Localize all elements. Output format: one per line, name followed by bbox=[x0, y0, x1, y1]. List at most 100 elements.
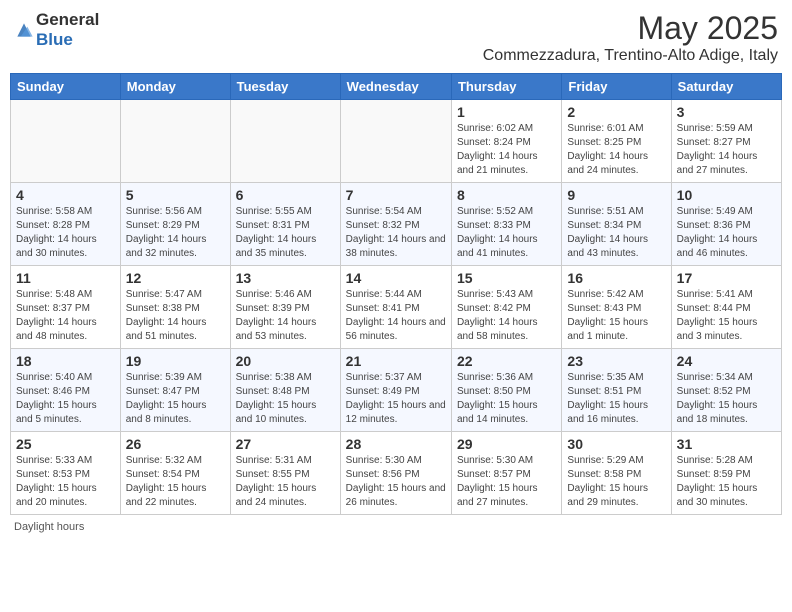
calendar-cell: 5 Sunrise: 5:56 AM Sunset: 8:29 PM Daylig… bbox=[120, 183, 230, 266]
day-number: 12 bbox=[126, 270, 225, 286]
day-info: Sunrise: 5:46 AM Sunset: 8:39 PM Dayligh… bbox=[236, 288, 335, 344]
day-info: Sunrise: 5:56 AM Sunset: 8:29 PM Dayligh… bbox=[126, 205, 225, 261]
day-number: 1 bbox=[457, 104, 556, 120]
calendar-cell: 17 Sunrise: 5:41 AM Sunset: 8:44 PM Dayli… bbox=[671, 266, 781, 349]
day-number: 5 bbox=[126, 187, 225, 203]
calendar-cell: 7Sunrise: 5:54 AM Sunset: 8:32 PM Daylig… bbox=[340, 183, 451, 266]
calendar-day-header: Saturday bbox=[671, 74, 781, 100]
day-info: Sunrise: 5:54 AM Sunset: 8:32 PM Dayligh… bbox=[346, 205, 446, 261]
day-info: Sunrise: 5:55 AM Sunset: 8:31 PM Dayligh… bbox=[236, 205, 335, 261]
day-info: Sunrise: 5:28 AM Sunset: 8:59 PM Dayligh… bbox=[677, 454, 776, 510]
logo-blue: Blue bbox=[36, 30, 73, 49]
calendar-cell: 26 Sunrise: 5:32 AM Sunset: 8:54 PM Dayli… bbox=[120, 432, 230, 515]
calendar-cell: 16Sunrise: 5:42 AM Sunset: 8:43 PM Dayli… bbox=[562, 266, 671, 349]
day-number: 6 bbox=[236, 187, 335, 203]
day-number: 22 bbox=[457, 353, 556, 369]
day-info: Sunrise: 5:30 AM Sunset: 8:56 PM Dayligh… bbox=[346, 454, 446, 510]
calendar-cell: 25 Sunrise: 5:33 AM Sunset: 8:53 PM Dayli… bbox=[11, 432, 121, 515]
calendar-week-row: 25 Sunrise: 5:33 AM Sunset: 8:53 PM Dayli… bbox=[11, 432, 782, 515]
day-number: 14 bbox=[346, 270, 446, 286]
calendar-cell: 6 Sunrise: 5:55 AM Sunset: 8:31 PM Daylig… bbox=[230, 183, 340, 266]
day-number: 8 bbox=[457, 187, 556, 203]
calendar-day-header: Friday bbox=[562, 74, 671, 100]
day-info: Sunrise: 5:41 AM Sunset: 8:44 PM Dayligh… bbox=[677, 288, 776, 344]
calendar-day-header: Monday bbox=[120, 74, 230, 100]
day-info: Sunrise: 5:43 AM Sunset: 8:42 PM Dayligh… bbox=[457, 288, 556, 344]
calendar-cell: 22 Sunrise: 5:36 AM Sunset: 8:50 PM Dayli… bbox=[451, 349, 561, 432]
calendar-cell: 15 Sunrise: 5:43 AM Sunset: 8:42 PM Dayli… bbox=[451, 266, 561, 349]
calendar-cell: 20Sunrise: 5:38 AM Sunset: 8:48 PM Dayli… bbox=[230, 349, 340, 432]
day-number: 10 bbox=[677, 187, 776, 203]
day-number: 15 bbox=[457, 270, 556, 286]
day-info: Sunrise: 5:33 AM Sunset: 8:53 PM Dayligh… bbox=[16, 454, 115, 510]
day-number: 31 bbox=[677, 436, 776, 452]
page-header: General Blue May 2025 Commezzadura, Tren… bbox=[10, 10, 782, 65]
location: Commezzadura, Trentino-Alto Adige, Italy bbox=[483, 47, 778, 65]
day-number: 16 bbox=[567, 270, 665, 286]
calendar-cell: 8 Sunrise: 5:52 AM Sunset: 8:33 PM Daylig… bbox=[451, 183, 561, 266]
calendar-cell: 23 Sunrise: 5:35 AM Sunset: 8:51 PM Dayli… bbox=[562, 349, 671, 432]
day-number: 4 bbox=[16, 187, 115, 203]
day-number: 17 bbox=[677, 270, 776, 286]
day-number: 23 bbox=[567, 353, 665, 369]
day-number: 2 bbox=[567, 104, 665, 120]
calendar-cell: 27 Sunrise: 5:31 AM Sunset: 8:55 PM Dayli… bbox=[230, 432, 340, 515]
calendar-cell: 13 Sunrise: 5:46 AM Sunset: 8:39 PM Dayli… bbox=[230, 266, 340, 349]
calendar-cell: 18 Sunrise: 5:40 AM Sunset: 8:46 PM Dayli… bbox=[11, 349, 121, 432]
day-number: 30 bbox=[567, 436, 665, 452]
calendar-cell: 28 Sunrise: 5:30 AM Sunset: 8:56 PM Dayli… bbox=[340, 432, 451, 515]
day-number: 18 bbox=[16, 353, 115, 369]
calendar-cell bbox=[11, 100, 121, 183]
day-number: 26 bbox=[126, 436, 225, 452]
day-number: 21 bbox=[346, 353, 446, 369]
day-info: Sunrise: 5:34 AM Sunset: 8:52 PM Dayligh… bbox=[677, 371, 776, 427]
day-number: 9 bbox=[567, 187, 665, 203]
day-info: Sunrise: 5:47 AM Sunset: 8:38 PM Dayligh… bbox=[126, 288, 225, 344]
day-number: 11 bbox=[16, 270, 115, 286]
day-number: 20 bbox=[236, 353, 335, 369]
daylight-label: Daylight hours bbox=[14, 521, 84, 533]
day-info: Sunrise: 5:36 AM Sunset: 8:50 PM Dayligh… bbox=[457, 371, 556, 427]
calendar-day-header: Wednesday bbox=[340, 74, 451, 100]
day-info: Sunrise: 6:01 AM Sunset: 8:25 PM Dayligh… bbox=[567, 122, 665, 178]
day-info: Sunrise: 5:44 AM Sunset: 8:41 PM Dayligh… bbox=[346, 288, 446, 344]
day-info: Sunrise: 5:35 AM Sunset: 8:51 PM Dayligh… bbox=[567, 371, 665, 427]
calendar-cell bbox=[230, 100, 340, 183]
day-info: Sunrise: 5:40 AM Sunset: 8:46 PM Dayligh… bbox=[16, 371, 115, 427]
calendar-cell: 14 Sunrise: 5:44 AM Sunset: 8:41 PM Dayli… bbox=[340, 266, 451, 349]
day-info: Sunrise: 5:32 AM Sunset: 8:54 PM Dayligh… bbox=[126, 454, 225, 510]
logo-general: General bbox=[36, 10, 99, 29]
calendar-day-header: Thursday bbox=[451, 74, 561, 100]
day-number: 27 bbox=[236, 436, 335, 452]
calendar-cell: 24Sunrise: 5:34 AM Sunset: 8:52 PM Dayli… bbox=[671, 349, 781, 432]
day-number: 13 bbox=[236, 270, 335, 286]
calendar-cell: 19Sunrise: 5:39 AM Sunset: 8:47 PM Dayli… bbox=[120, 349, 230, 432]
day-info: Sunrise: 5:49 AM Sunset: 8:36 PM Dayligh… bbox=[677, 205, 776, 261]
day-info: Sunrise: 5:29 AM Sunset: 8:58 PM Dayligh… bbox=[567, 454, 665, 510]
calendar-table: SundayMondayTuesdayWednesdayThursdayFrid… bbox=[10, 73, 782, 515]
calendar-cell: 31 Sunrise: 5:28 AM Sunset: 8:59 PM Dayli… bbox=[671, 432, 781, 515]
calendar-cell: 10 Sunrise: 5:49 AM Sunset: 8:36 PM Dayli… bbox=[671, 183, 781, 266]
day-info: Sunrise: 6:02 AM Sunset: 8:24 PM Dayligh… bbox=[457, 122, 556, 178]
logo: General Blue bbox=[14, 10, 99, 50]
day-info: Sunrise: 5:58 AM Sunset: 8:28 PM Dayligh… bbox=[16, 205, 115, 261]
calendar-cell bbox=[340, 100, 451, 183]
day-info: Sunrise: 5:51 AM Sunset: 8:34 PM Dayligh… bbox=[567, 205, 665, 261]
calendar-week-row: 1 Sunrise: 6:02 AM Sunset: 8:24 PM Daylig… bbox=[11, 100, 782, 183]
day-number: 3 bbox=[677, 104, 776, 120]
calendar-week-row: 11 Sunrise: 5:48 AM Sunset: 8:37 PM Dayli… bbox=[11, 266, 782, 349]
calendar-cell: 4 Sunrise: 5:58 AM Sunset: 8:28 PM Daylig… bbox=[11, 183, 121, 266]
calendar-cell: 3Sunrise: 5:59 AM Sunset: 8:27 PM Daylig… bbox=[671, 100, 781, 183]
calendar-header-row: SundayMondayTuesdayWednesdayThursdayFrid… bbox=[11, 74, 782, 100]
calendar-cell: 12 Sunrise: 5:47 AM Sunset: 8:38 PM Dayli… bbox=[120, 266, 230, 349]
calendar-cell: 9 Sunrise: 5:51 AM Sunset: 8:34 PM Daylig… bbox=[562, 183, 671, 266]
day-number: 25 bbox=[16, 436, 115, 452]
day-number: 28 bbox=[346, 436, 446, 452]
day-info: Sunrise: 5:31 AM Sunset: 8:55 PM Dayligh… bbox=[236, 454, 335, 510]
day-info: Sunrise: 5:52 AM Sunset: 8:33 PM Dayligh… bbox=[457, 205, 556, 261]
calendar-day-header: Tuesday bbox=[230, 74, 340, 100]
day-info: Sunrise: 5:48 AM Sunset: 8:37 PM Dayligh… bbox=[16, 288, 115, 344]
logo-icon bbox=[14, 20, 34, 40]
day-info: Sunrise: 5:30 AM Sunset: 8:57 PM Dayligh… bbox=[457, 454, 556, 510]
calendar-day-header: Sunday bbox=[11, 74, 121, 100]
